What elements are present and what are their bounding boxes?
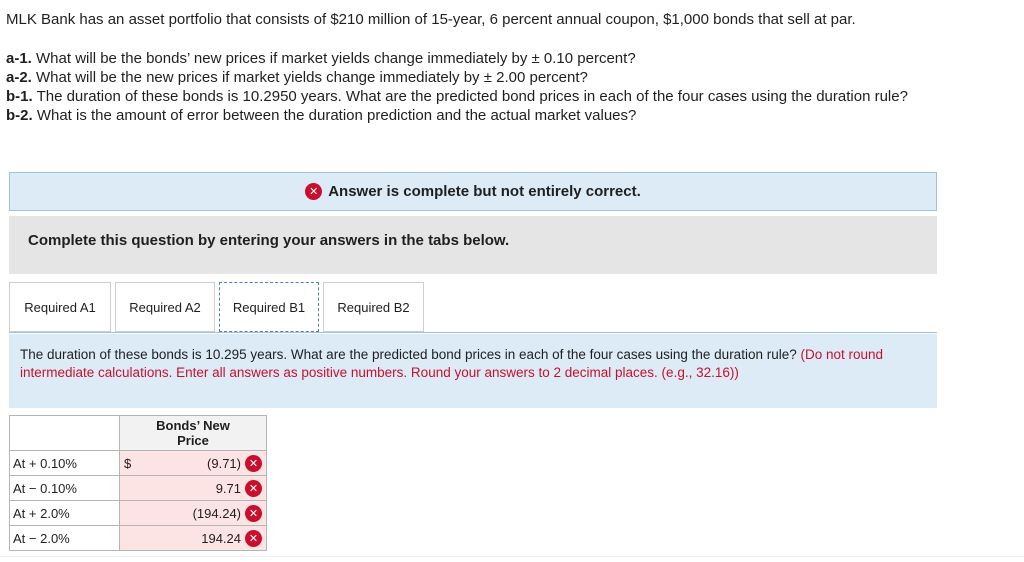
answer-table: Bonds’ New Price At + 0.10% $ (9.71) ✕ At … bbox=[9, 415, 267, 551]
answer-value[interactable]: (9.71) bbox=[138, 456, 245, 471]
x-circle-icon: ✕ bbox=[305, 183, 323, 200]
part-tag: a-1. bbox=[6, 50, 32, 67]
tab-label: Required A2 bbox=[129, 299, 201, 315]
problem-intro: MLK Bank has an asset portfolio that con… bbox=[6, 11, 856, 28]
result-banner: ✕ Answer is complete but not entirely co… bbox=[9, 172, 937, 211]
answer-value[interactable]: 194.24 bbox=[138, 531, 245, 546]
table-header-row: Bonds’ New Price bbox=[9, 415, 267, 451]
table-row: At − 0.10% 9.71 ✕ bbox=[9, 475, 267, 501]
answer-cell[interactable]: (194.24) ✕ bbox=[119, 500, 267, 526]
part-text: What will be the bonds’ new prices if ma… bbox=[31, 50, 636, 67]
column-header: Bonds’ New Price bbox=[119, 415, 267, 451]
part-text: What is the amount of error between the … bbox=[32, 107, 637, 124]
incorrect-icon: ✕ bbox=[245, 529, 262, 547]
part-tag: b-1. bbox=[6, 88, 33, 105]
table-row: At + 0.10% $ (9.71) ✕ bbox=[9, 450, 267, 476]
problem-statement: MLK Bank has an asset portfolio that con… bbox=[6, 10, 1016, 125]
part-a1: a-1. What will be the bonds’ new prices … bbox=[6, 49, 1016, 68]
incorrect-icon: ✕ bbox=[245, 454, 262, 472]
tab-divider bbox=[9, 332, 937, 333]
tab-required-a2[interactable]: Required A2 bbox=[115, 282, 215, 332]
answer-value[interactable]: (194.24) bbox=[138, 506, 245, 521]
part-text: The duration of these bonds is 10.2950 y… bbox=[32, 88, 908, 105]
row-label: At − 0.10% bbox=[9, 475, 120, 501]
table-row: At − 2.0% 194.24 ✕ bbox=[9, 525, 267, 551]
incorrect-icon: ✕ bbox=[245, 479, 262, 497]
currency-symbol: $ bbox=[124, 455, 132, 471]
tab-required-b2[interactable]: Required B2 bbox=[323, 282, 424, 332]
part-a2: a-2. What will be the new prices if mark… bbox=[6, 68, 1016, 87]
tab-bar: Required A1 Required A2 Required B1 Requ… bbox=[9, 282, 428, 332]
question-panel: The duration of these bonds is 10.295 ye… bbox=[9, 334, 937, 408]
part-tag: a-2. bbox=[6, 69, 32, 86]
banner-text: Answer is complete but not entirely corr… bbox=[328, 183, 641, 200]
part-b1: b-1. The duration of these bonds is 10.2… bbox=[6, 87, 1016, 106]
row-label: At + 0.10% bbox=[9, 450, 120, 476]
part-tag: b-2. bbox=[6, 107, 33, 124]
tab-required-a1[interactable]: Required A1 bbox=[9, 282, 111, 332]
table-corner bbox=[9, 415, 120, 451]
tab-label: Required B2 bbox=[337, 299, 410, 315]
tab-label: Required B1 bbox=[232, 299, 306, 315]
question-text: The duration of these bonds is 10.295 ye… bbox=[20, 347, 797, 362]
instructions-text: Complete this question by entering your … bbox=[28, 232, 510, 249]
row-label: At + 2.0% bbox=[9, 500, 120, 526]
instructions-panel: Complete this question by entering your … bbox=[9, 216, 937, 274]
table-row: At + 2.0% (194.24) ✕ bbox=[9, 500, 267, 526]
bottom-divider bbox=[0, 556, 1024, 557]
part-b2: b-2. What is the amount of error between… bbox=[6, 106, 1016, 125]
row-label: At − 2.0% bbox=[9, 525, 120, 551]
answer-value[interactable]: 9.71 bbox=[138, 481, 245, 496]
answer-cell[interactable]: $ (9.71) ✕ bbox=[119, 450, 267, 476]
part-text: What will be the new prices if market yi… bbox=[31, 69, 588, 86]
tab-label: Required A1 bbox=[24, 299, 96, 315]
tab-required-b1[interactable]: Required B1 bbox=[219, 282, 319, 332]
incorrect-icon: ✕ bbox=[245, 504, 262, 522]
answer-cell[interactable]: 194.24 ✕ bbox=[119, 525, 267, 551]
answer-cell[interactable]: 9.71 ✕ bbox=[119, 475, 267, 501]
